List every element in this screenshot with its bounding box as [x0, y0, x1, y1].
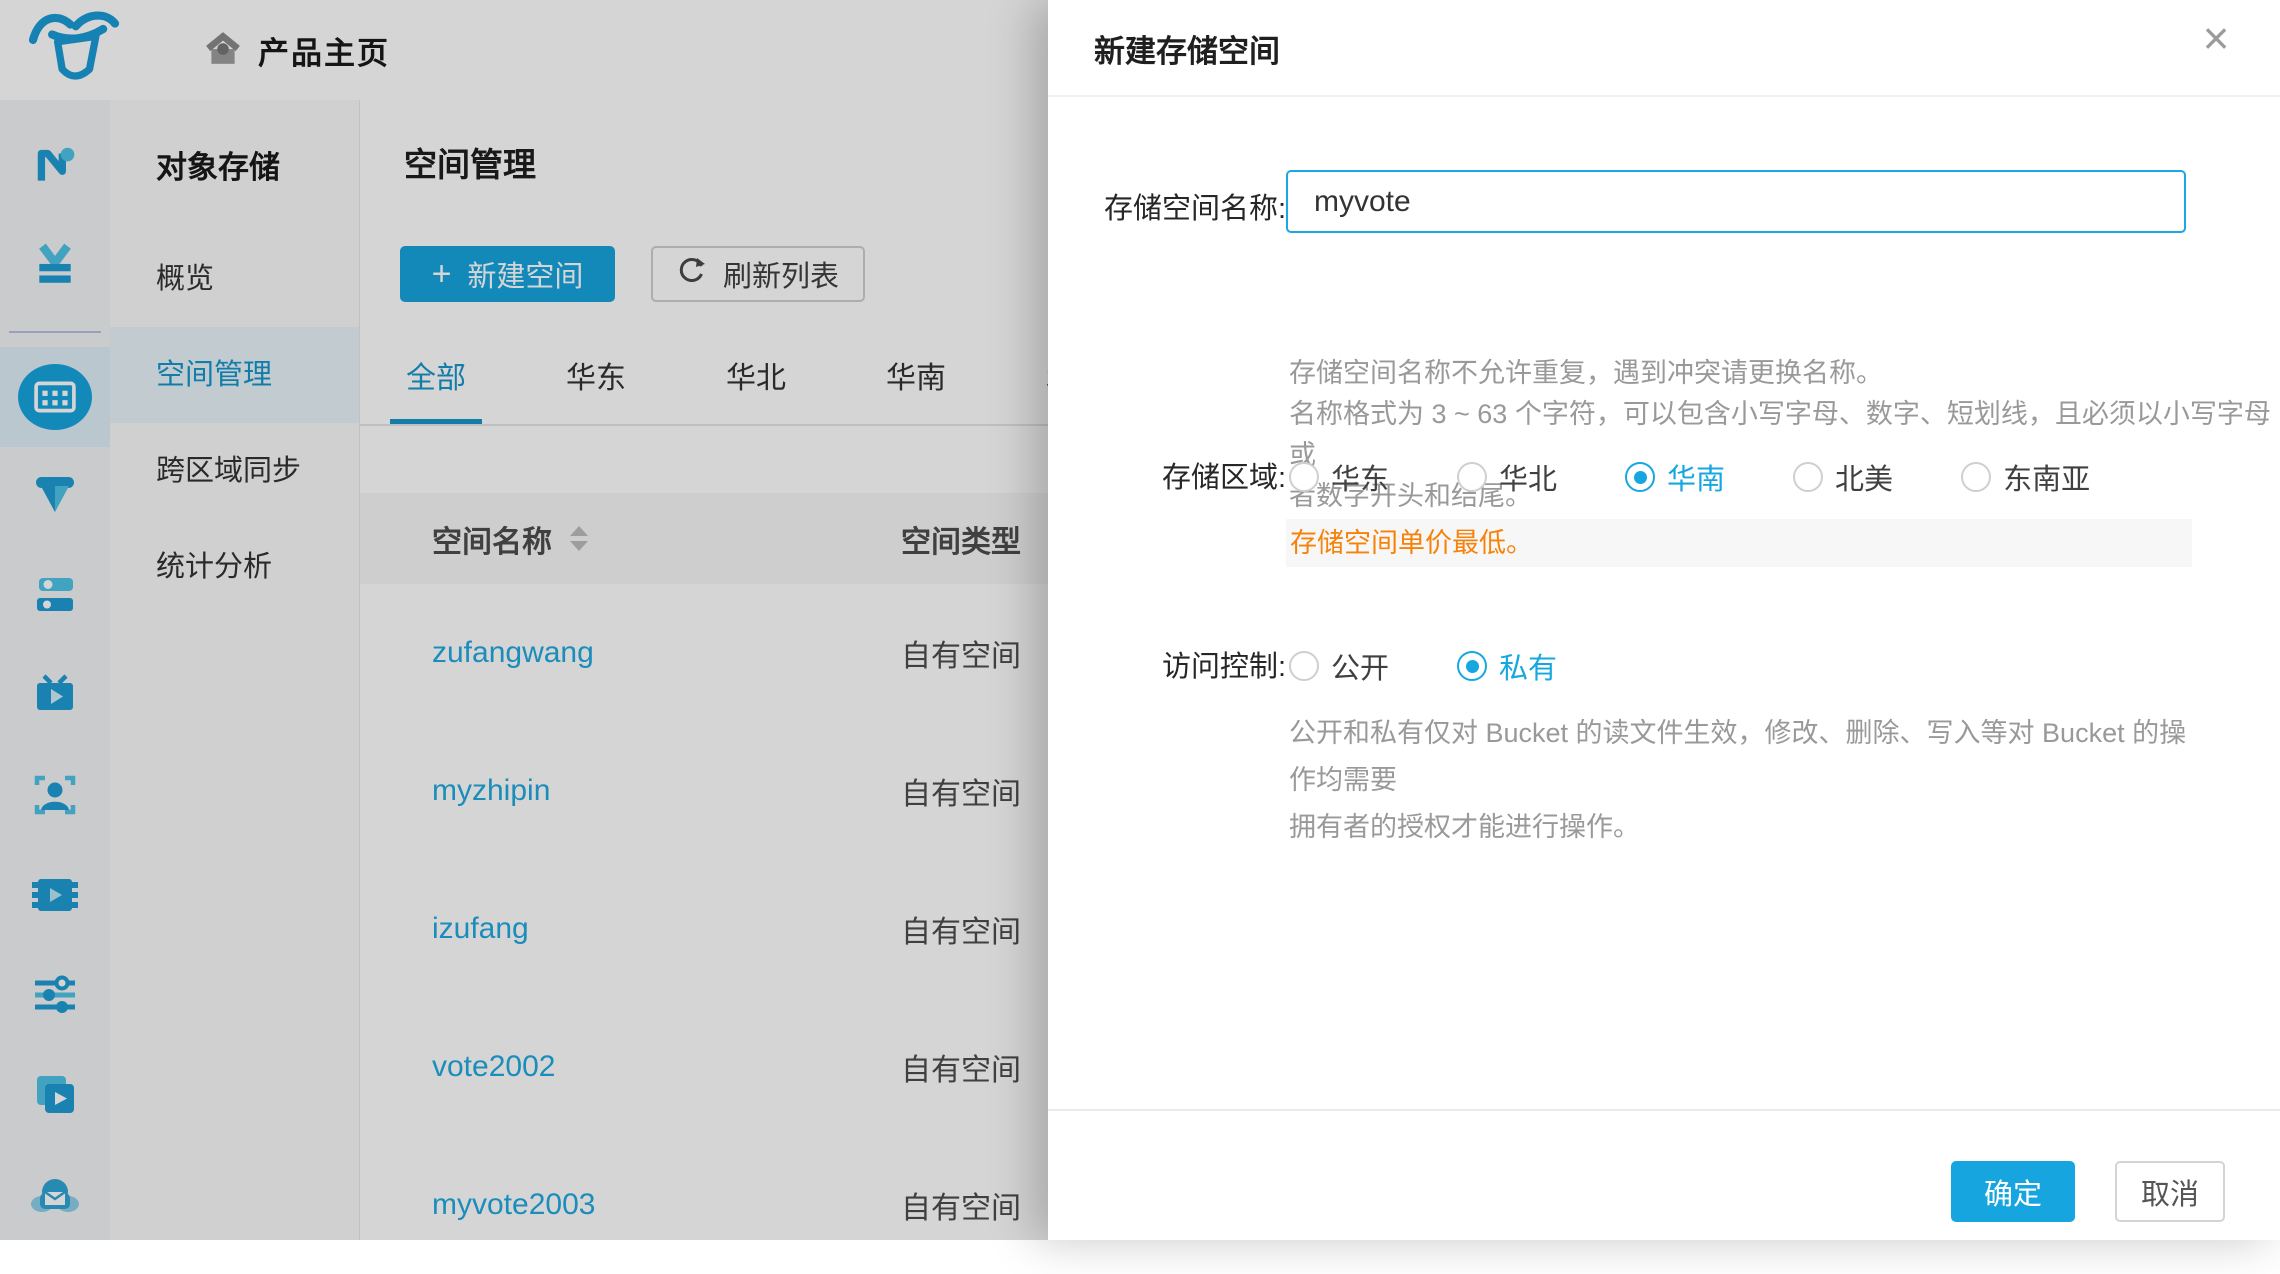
create-space-dialog: 新建存储空间 × 存储空间名称: 存储空间名称不允许重复，遇到冲突请更换名称。 …: [1048, 0, 2280, 1240]
space-name-input[interactable]: [1286, 170, 2186, 233]
dialog-footer: 确定 取消: [1048, 1109, 2280, 1240]
dialog-body: 存储空间名称: 存储空间名称不允许重复，遇到冲突请更换名称。 名称格式为 3 ~…: [1048, 97, 2280, 1109]
radio-circle-icon: [1961, 462, 1991, 492]
radio-region-huadong[interactable]: 华东: [1289, 456, 1389, 498]
radio-circle-icon: [1289, 651, 1319, 681]
access-help-text: 公开和私有仅对 Bucket 的读文件生效，修改、删除、写入等对 Bucket …: [1289, 710, 2189, 851]
radio-circle-icon: [1289, 462, 1319, 492]
dialog-header: 新建存储空间 ×: [1048, 0, 2280, 97]
radio-circle-icon: [1793, 462, 1823, 492]
access-radio-group: 公开 私有: [1289, 645, 1557, 687]
cancel-button[interactable]: 取消: [2115, 1161, 2225, 1222]
name-field-label: 存储空间名称:: [1048, 185, 1286, 227]
radio-region-huanan[interactable]: 华南: [1625, 456, 1725, 498]
radio-circle-icon: [1625, 462, 1655, 492]
radio-circle-icon: [1457, 651, 1487, 681]
radio-circle-icon: [1457, 462, 1487, 492]
radio-region-dongnanya[interactable]: 东南亚: [1961, 456, 2090, 498]
close-icon[interactable]: ×: [2188, 10, 2244, 66]
app-page: 产品主页: [0, 0, 2280, 1240]
region-field-label: 存储区域:: [1048, 454, 1286, 496]
radio-region-beimei[interactable]: 北美: [1793, 456, 1893, 498]
radio-region-huabei[interactable]: 华北: [1457, 456, 1557, 498]
radio-access-private[interactable]: 私有: [1457, 645, 1557, 687]
region-radio-group: 华东 华北 华南 北美 东南亚: [1289, 456, 2090, 498]
region-price-note: 存储空间单价最低。: [1286, 519, 2192, 567]
access-field-label: 访问控制:: [1048, 643, 1286, 685]
dialog-title: 新建存储空间: [1094, 26, 1280, 71]
radio-access-public[interactable]: 公开: [1289, 645, 1389, 687]
confirm-button[interactable]: 确定: [1951, 1161, 2075, 1222]
